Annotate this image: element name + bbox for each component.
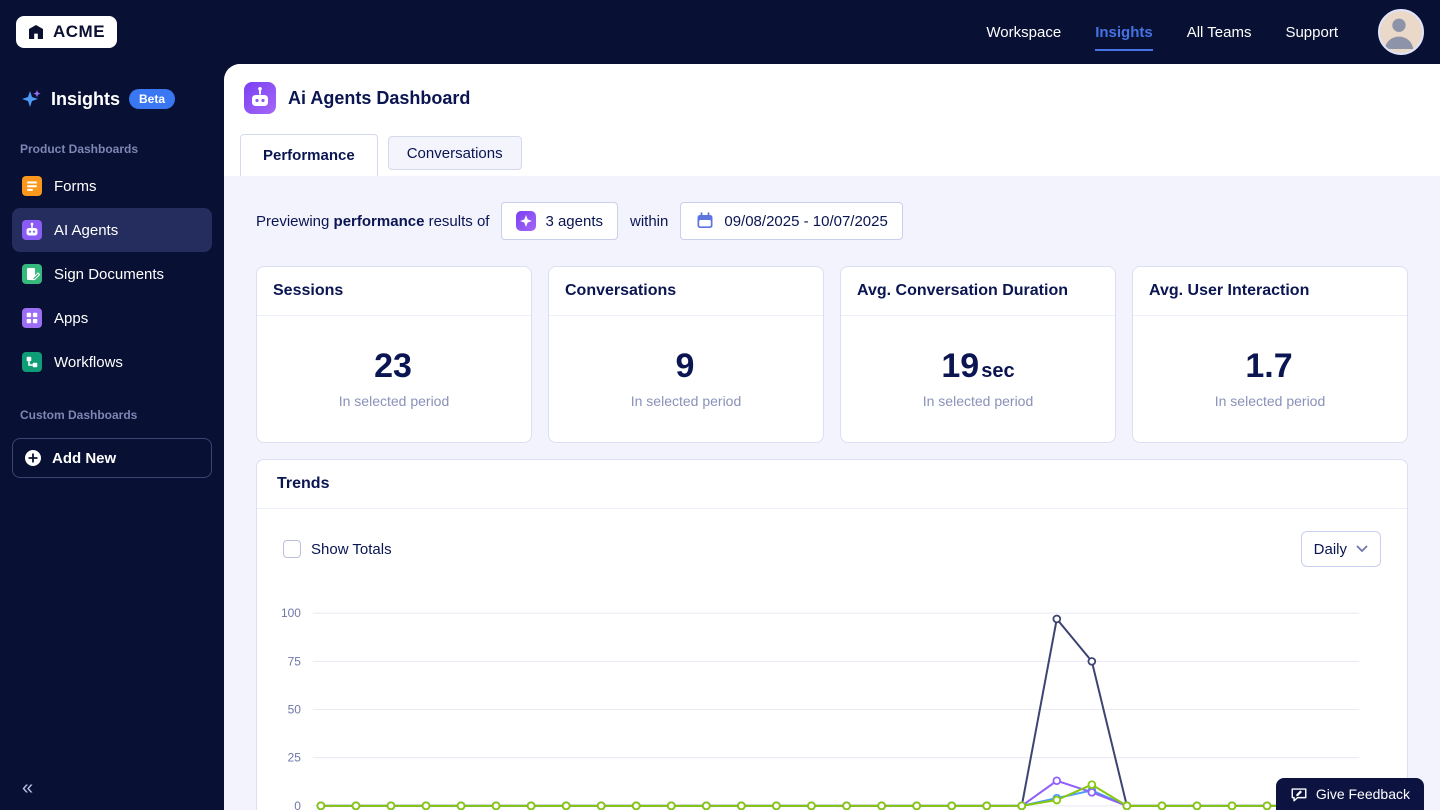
stat-card-value: 23 — [374, 347, 412, 385]
collapse-sidebar-button[interactable]: « — [22, 777, 33, 800]
stat-card-value: 1.7 — [1245, 347, 1293, 385]
stat-card-avg-conversation-duration: Avg. Conversation Duration 19 sec In sele… — [840, 266, 1116, 443]
beta-badge: Beta — [129, 89, 176, 109]
stat-card-value: 9 — [675, 347, 695, 385]
sidebar-item-label: AI Agents — [54, 221, 119, 239]
nav-insights[interactable]: Insights — [1095, 24, 1153, 51]
stat-card-caption: In selected period — [922, 393, 1034, 409]
main-content: Ai Agents Dashboard Performance Conversa… — [224, 64, 1440, 810]
sidebar-item-sign-documents[interactable]: Sign Documents — [12, 252, 212, 296]
page-header: Ai Agents Dashboard Performance Conversa… — [224, 64, 1440, 176]
sidebar-item-label: Apps — [54, 309, 89, 327]
sidebar-menu: Forms AI Agents Sign Documents Apps Work… — [0, 164, 224, 384]
apps-icon — [22, 308, 42, 328]
section-label-product-dashboards: Product Dashboards — [20, 142, 139, 156]
svg-text:25: 25 — [288, 751, 302, 765]
top-nav: Workspace Insights All Teams Support — [986, 9, 1424, 55]
trends-chart: 0 25 50 75 100 — [281, 606, 1360, 810]
sidebar-title: Insights — [51, 88, 121, 109]
acme-logo-icon — [26, 22, 46, 42]
stat-card-title: Conversations — [549, 267, 823, 316]
agents-filter-label: 3 agents — [545, 212, 603, 230]
trends-card: Trends Show Totals Daily 0 25 50 75 100 — [256, 459, 1408, 810]
stat-card-caption: In selected period — [338, 393, 450, 409]
ai-agents-dashboard-icon — [244, 82, 276, 114]
acme-logo-text: ACME — [53, 22, 106, 41]
sidebar-item-label: Workflows — [54, 353, 123, 371]
ai-agents-icon — [22, 220, 42, 240]
within-label: within — [630, 212, 669, 230]
stat-card-title: Avg. User Interaction — [1133, 267, 1407, 316]
add-new-label: Add New — [52, 449, 117, 467]
stat-card-value: 19 sec — [941, 347, 1015, 385]
stat-card-title: Sessions — [257, 267, 531, 316]
sidebar-item-ai-agents[interactable]: AI Agents — [12, 208, 212, 252]
stat-card-conversations: Conversations 9 In selected period — [548, 266, 824, 443]
svg-text:50: 50 — [288, 702, 302, 716]
chevron-down-icon — [1356, 545, 1368, 553]
interval-select-value: Daily — [1313, 540, 1347, 558]
give-feedback-label: Give Feedback — [1315, 786, 1410, 802]
sidebar-header: Insights Beta — [0, 64, 224, 132]
nav-support[interactable]: Support — [1285, 24, 1338, 41]
date-range-button[interactable]: 09/08/2025 - 10/07/2025 — [680, 202, 903, 240]
top-header: ACME Workspace Insights All Teams Suppor… — [0, 0, 1440, 64]
date-range-label: 09/08/2025 - 10/07/2025 — [724, 212, 888, 230]
sidebar-item-apps[interactable]: Apps — [12, 296, 212, 340]
svg-text:75: 75 — [288, 654, 302, 668]
agent-icon — [516, 211, 537, 231]
forms-icon — [22, 176, 42, 196]
workflows-icon — [22, 352, 42, 372]
sidebar-item-label: Forms — [54, 177, 97, 195]
insights-sparkle-icon — [20, 88, 42, 110]
avatar[interactable] — [1378, 9, 1424, 55]
acme-logo[interactable]: ACME — [16, 16, 118, 48]
feedback-icon — [1291, 788, 1307, 802]
svg-text:0: 0 — [294, 799, 301, 810]
stat-card-caption: In selected period — [1214, 393, 1326, 409]
calendar-icon — [697, 212, 713, 228]
add-new-button[interactable]: Add New — [12, 438, 212, 478]
show-totals-row[interactable]: Show Totals — [283, 540, 392, 558]
show-totals-label[interactable]: Show Totals — [311, 541, 392, 558]
sidebar-item-label: Sign Documents — [54, 265, 165, 283]
tab-performance[interactable]: Performance — [240, 134, 378, 176]
tab-bar: Performance Conversations — [240, 134, 522, 176]
stat-card-caption: In selected period — [630, 393, 742, 409]
tab-conversations[interactable]: Conversations — [387, 136, 522, 170]
sidebar-item-forms[interactable]: Forms — [12, 164, 212, 208]
sign-documents-icon — [22, 264, 42, 284]
svg-text:100: 100 — [281, 606, 301, 620]
filter-bar: Previewing performance results of 3 agen… — [256, 202, 1408, 240]
stat-card-title: Avg. Conversation Duration — [841, 267, 1115, 316]
section-label-custom-dashboards: Custom Dashboards — [20, 408, 138, 422]
filter-text: Previewing performance results of — [256, 212, 490, 230]
agents-filter-button[interactable]: 3 agents — [501, 202, 618, 240]
sidebar-item-workflows[interactable]: Workflows — [12, 340, 212, 384]
stat-card-avg-user-interaction: Avg. User Interaction 1.7 In selected pe… — [1132, 266, 1408, 443]
trends-title: Trends — [257, 460, 1407, 509]
stat-card-sessions: Sessions 23 In selected period — [256, 266, 532, 443]
nav-all-teams[interactable]: All Teams — [1187, 24, 1252, 41]
interval-select[interactable]: Daily — [1300, 531, 1381, 567]
nav-workspace[interactable]: Workspace — [986, 24, 1061, 41]
give-feedback-button[interactable]: Give Feedback — [1275, 778, 1424, 810]
stat-cards-row: Sessions 23 In selected period Conversat… — [256, 266, 1408, 443]
sidebar: Insights Beta Product Dashboards Forms A… — [0, 64, 224, 810]
page-title: Ai Agents Dashboard — [288, 87, 471, 108]
show-totals-checkbox[interactable] — [283, 540, 301, 558]
plus-icon — [25, 450, 41, 466]
